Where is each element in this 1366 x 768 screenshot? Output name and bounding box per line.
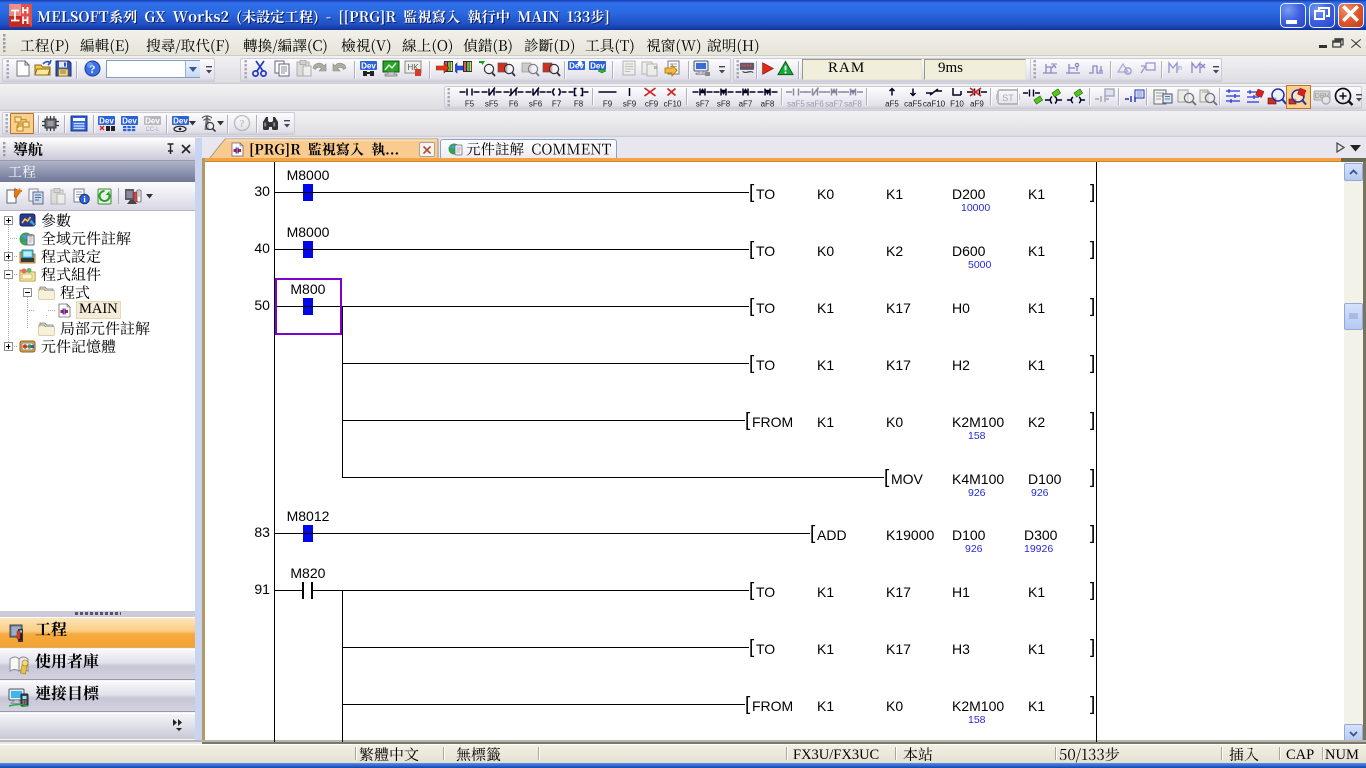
- svg-text:aF9: aF9: [970, 100, 984, 109]
- svg-text:aF7: aF7: [739, 100, 753, 109]
- svg-text:saF7: saF7: [825, 100, 843, 109]
- svg-text:cF10: cF10: [664, 100, 682, 109]
- svg-text:caF10: caF10: [923, 100, 945, 109]
- svg-text:F8: F8: [574, 100, 584, 109]
- svg-text:saF6: saF6: [806, 100, 824, 109]
- svg-text:sF5: sF5: [485, 100, 499, 109]
- svg-text:F10: F10: [950, 100, 964, 109]
- svg-text:Dev: Dev: [99, 117, 114, 126]
- svg-text:cF9: cF9: [645, 100, 659, 109]
- svg-text:F5: F5: [465, 100, 475, 109]
- svg-text:sF6: sF6: [529, 100, 543, 109]
- svg-text:F6: F6: [509, 100, 519, 109]
- svg-text:CC-L: CC-L: [145, 127, 160, 132]
- svg-text:sF7: sF7: [696, 100, 710, 109]
- svg-text:Dev: Dev: [361, 62, 376, 71]
- svg-text:Dev: Dev: [173, 117, 188, 126]
- svg-text:ST: ST: [1002, 93, 1014, 103]
- svg-text:?: ?: [90, 62, 96, 76]
- svg-text:Dev: Dev: [145, 117, 160, 126]
- svg-text:saF8: saF8: [844, 100, 862, 109]
- svg-text:F7: F7: [552, 100, 562, 109]
- svg-text:aF5: aF5: [885, 100, 899, 109]
- svg-text:aF8: aF8: [761, 100, 775, 109]
- svg-text:Dev: Dev: [122, 117, 137, 126]
- svg-text:Dev: Dev: [590, 62, 605, 71]
- svg-text:sF9: sF9: [623, 100, 637, 109]
- svg-text:saF5: saF5: [787, 100, 805, 109]
- svg-text:F9: F9: [603, 100, 613, 109]
- svg-text:caF5: caF5: [904, 100, 922, 109]
- svg-text:?: ?: [239, 118, 245, 130]
- svg-text:sF8: sF8: [717, 100, 731, 109]
- svg-text:n: n: [1178, 65, 1182, 72]
